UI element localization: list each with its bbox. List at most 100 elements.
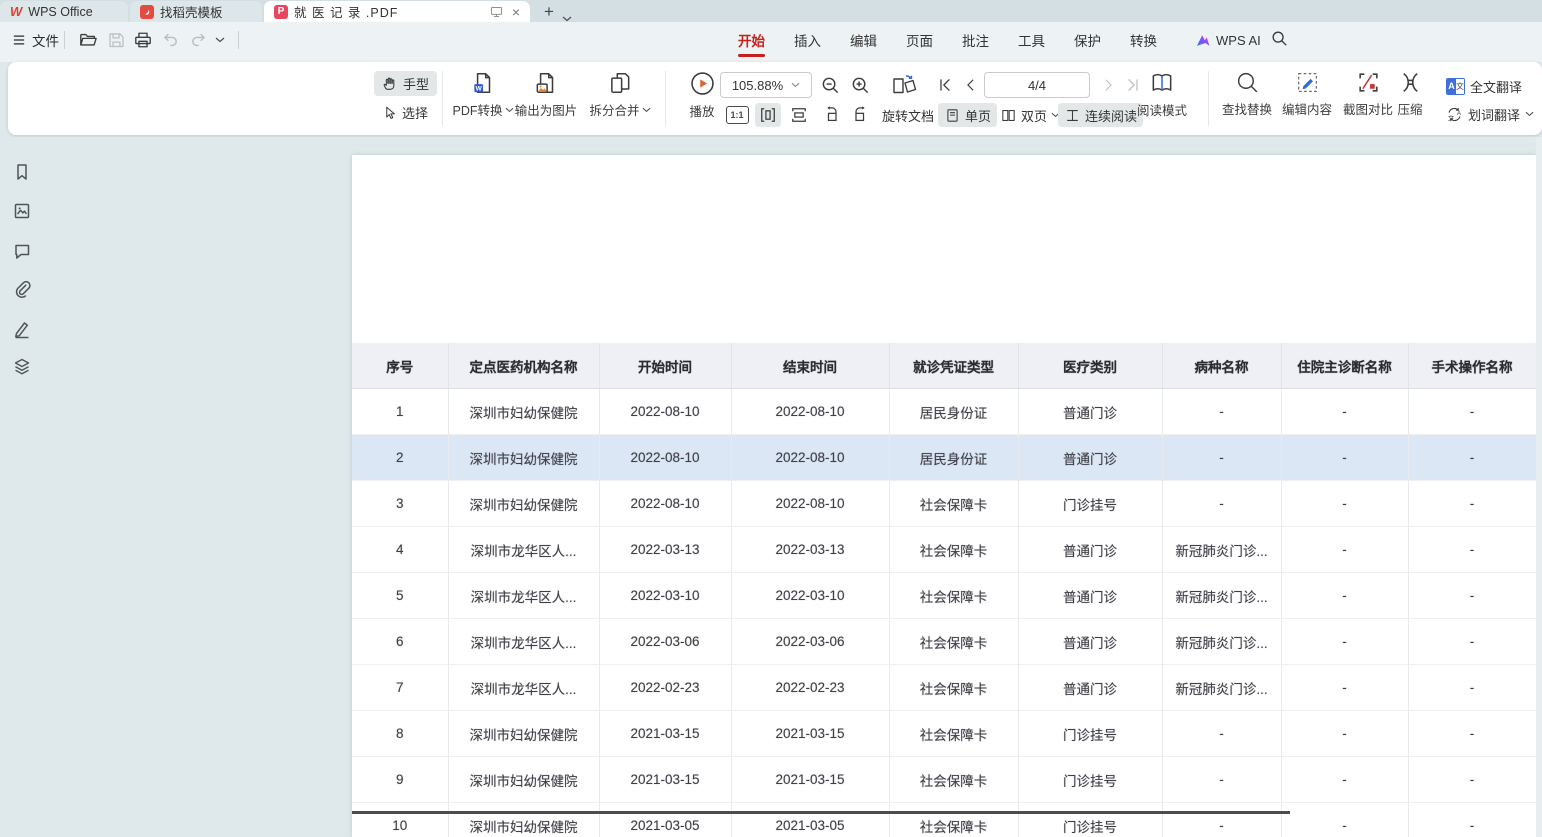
single-page-button[interactable]: 单页 [938, 103, 997, 127]
new-tab-button[interactable]: + [532, 3, 560, 22]
table-bottom-rule [352, 811, 1290, 814]
split-merge-button[interactable]: 拆分合并 [578, 70, 662, 128]
table-cell: 2021-03-15 [599, 711, 731, 757]
table-cell: - [1408, 573, 1536, 619]
table-row: 3深圳市妇幼保健院2022-08-102022-08-10社会保障卡门诊挂号--… [352, 481, 1536, 527]
redo-button[interactable] [186, 29, 210, 51]
ribbon-tab-6[interactable]: 工具 [1018, 30, 1045, 50]
ribbon-tab-7[interactable]: 保护 [1074, 30, 1101, 50]
table-cell: - [1281, 435, 1408, 481]
pdf-file-icon: P [274, 5, 288, 19]
column-header: 开始时间 [599, 343, 731, 389]
attachment-icon[interactable] [12, 279, 32, 299]
zoom-level-dropdown[interactable]: 105.88% [720, 72, 812, 98]
rotate-pages-button[interactable] [888, 71, 918, 99]
medical-records-table: 序号定点医药机构名称开始时间结束时间就诊凭证类型医疗类别病种名称住院主诊断名称手… [352, 343, 1537, 837]
table-cell: 社会保障卡 [889, 803, 1018, 837]
read-mode-button[interactable]: 阅读模式 [1120, 70, 1204, 128]
open-file-button[interactable] [76, 29, 100, 51]
table-cell: 深圳市妇幼保健院 [448, 757, 599, 803]
table-cell: - [1408, 389, 1536, 435]
actual-size-button[interactable]: 1:1 [724, 105, 750, 125]
vertical-scrollbar[interactable] [1536, 137, 1542, 837]
undo-button[interactable] [158, 29, 182, 51]
export-image-button[interactable]: 输出为图片 [504, 70, 588, 128]
compress-button[interactable]: 压缩 [1380, 70, 1440, 128]
table-cell: 2022-08-10 [599, 435, 731, 481]
table-cell: - [1281, 757, 1408, 803]
rotate-right-button[interactable] [848, 103, 874, 127]
first-page-button[interactable] [934, 75, 956, 95]
comments-icon[interactable] [12, 241, 32, 261]
ribbon-tab-5[interactable]: 批注 [962, 30, 989, 50]
fit-width-button[interactable] [786, 103, 812, 127]
ribbon-tab-2[interactable]: 插入 [794, 30, 821, 50]
table-row: 6深圳市龙华区人...2022-03-062022-03-06社会保障卡普通门诊… [352, 619, 1536, 665]
layers-icon[interactable] [12, 357, 32, 377]
document-area: 序号定点医药机构名称开始时间结束时间就诊凭证类型医疗类别病种名称住院主诊断名称手… [0, 137, 1542, 837]
search-button[interactable] [1270, 29, 1288, 47]
zoom-in-button[interactable] [848, 73, 872, 97]
table-cell: - [1408, 711, 1536, 757]
ribbon-tab-3[interactable]: 编辑 [850, 30, 877, 50]
ribbon-tab-4[interactable]: 页面 [906, 30, 933, 50]
undo-redo-chevron-icon[interactable] [212, 29, 228, 51]
table-cell: - [1281, 573, 1408, 619]
find-replace-icon [1235, 70, 1260, 95]
rotate-left-button[interactable] [818, 103, 844, 127]
wps-ai-button[interactable]: WPS AI [1195, 22, 1261, 58]
table-cell: 2022-08-10 [731, 389, 889, 435]
fit-page-button[interactable] [755, 103, 781, 127]
table-row: 5深圳市龙华区人...2022-03-102022-03-10社会保障卡普通门诊… [352, 573, 1536, 619]
split-merge-icon [607, 70, 633, 96]
table-cell: 9 [352, 757, 448, 803]
translate-full-icon: A文 [1446, 78, 1465, 95]
table-cell: - [1162, 435, 1281, 481]
save-button[interactable] [104, 29, 128, 51]
tab-docer-templates[interactable]: 找稻壳模板 [130, 1, 262, 22]
rotate-document-label[interactable]: 旋转文档 [876, 103, 940, 127]
export-image-icon [533, 70, 559, 96]
table-cell: 社会保障卡 [889, 619, 1018, 665]
column-header: 住院主诊断名称 [1281, 343, 1408, 389]
wps-logo-icon: W [10, 5, 22, 18]
tab-list-chevron-icon[interactable] [560, 13, 576, 22]
double-page-button[interactable]: 双页 [994, 103, 1066, 127]
table-cell: 2021-03-05 [599, 803, 731, 837]
select-tool-button[interactable]: 选择 [374, 100, 436, 125]
table-cell: - [1281, 527, 1408, 573]
thumbnails-icon[interactable] [12, 201, 32, 221]
document-title: 就 医 记 录 .PDF [294, 2, 398, 21]
compress-icon [1398, 70, 1423, 95]
table-cell: - [1281, 803, 1408, 837]
ribbon-tab-8[interactable]: 转换 [1130, 30, 1157, 50]
table-cell: 深圳市妇幼保健院 [448, 435, 599, 481]
table-cell: 5 [352, 573, 448, 619]
pdf-toolbar: 手型 选择 W PDF转换 输 [8, 62, 1542, 135]
book-icon [1149, 70, 1175, 96]
close-tab-icon[interactable]: × [510, 5, 522, 19]
table-cell: - [1281, 389, 1408, 435]
table-cell: 2022-03-06 [599, 619, 731, 665]
bookmark-icon[interactable] [12, 162, 32, 182]
file-menu-button[interactable]: 文件 [12, 22, 59, 58]
previous-page-button[interactable] [960, 75, 980, 95]
table-cell: 社会保障卡 [889, 757, 1018, 803]
hand-tool-button[interactable]: 手型 [374, 71, 437, 96]
monitor-icon[interactable] [489, 5, 504, 18]
zoom-out-button[interactable] [818, 73, 842, 97]
pdf-convert-icon: W [470, 70, 496, 96]
page-indicator-input[interactable] [984, 72, 1090, 98]
tab-document-pdf[interactable]: P 就 医 记 录 .PDF × [264, 1, 530, 22]
menu-bar: 文件 开始 插入 编辑 页面 批注 工具 保护 转换 WPS AI [0, 22, 1542, 62]
tab-wps-office[interactable]: W WPS Office [0, 1, 128, 22]
table-cell: 深圳市妇幼保健院 [448, 481, 599, 527]
translate-full-button[interactable]: A文 全文翻译 [1446, 74, 1522, 98]
ribbon-tab-1[interactable]: 开始 [738, 30, 765, 50]
next-page-button[interactable] [1098, 75, 1118, 95]
signature-icon[interactable] [12, 318, 32, 339]
translate-word-button[interactable]: 文 A 划词翻译 [1446, 102, 1534, 126]
table-cell: - [1162, 711, 1281, 757]
docer-icon [140, 5, 154, 19]
print-button[interactable] [131, 29, 155, 51]
